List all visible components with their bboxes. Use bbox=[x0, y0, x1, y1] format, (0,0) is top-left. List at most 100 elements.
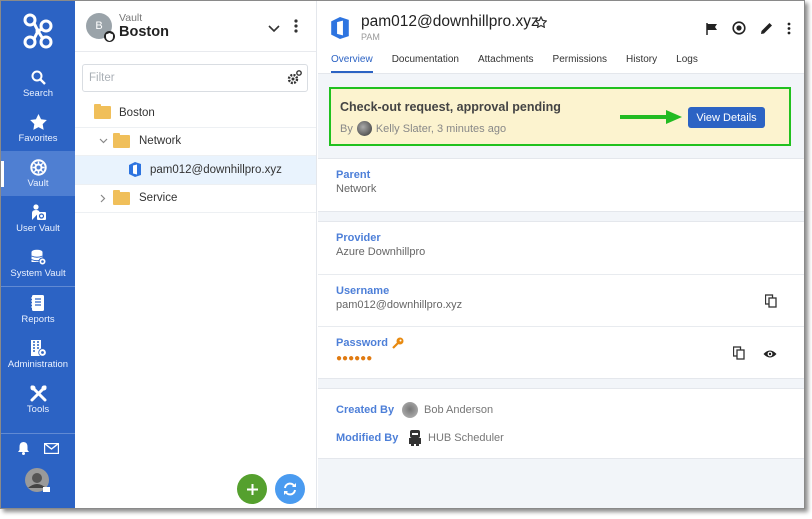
more-options-icon[interactable] bbox=[294, 19, 298, 38]
tree-item-label: Boston bbox=[119, 106, 155, 119]
parent-field: Parent Network bbox=[318, 159, 804, 211]
reports-icon bbox=[31, 294, 45, 312]
view-details-button[interactable]: View Details bbox=[688, 107, 765, 128]
username-value: pam012@downhillpro.xyz bbox=[336, 299, 463, 311]
tree-list: Boston Network pam012@downhillpro.xyz Se… bbox=[75, 99, 316, 213]
tree-item-boston[interactable]: Boston bbox=[75, 99, 316, 128]
vault-icon bbox=[29, 158, 47, 176]
parent-value: Network bbox=[336, 183, 377, 195]
user-avatar[interactable] bbox=[1, 468, 75, 494]
tab-overview[interactable]: Overview bbox=[331, 54, 373, 73]
alert-by-text: Kelly Slater, 3 minutes ago bbox=[375, 122, 507, 135]
filter-input[interactable] bbox=[83, 65, 263, 91]
more-options-icon[interactable] bbox=[787, 22, 791, 40]
copy-icon[interactable] bbox=[732, 346, 745, 365]
nav-item-search[interactable]: Search bbox=[1, 61, 75, 106]
vault-label: Vault bbox=[119, 11, 143, 24]
nav-label: System Vault bbox=[10, 268, 66, 279]
system-vault-icon bbox=[30, 248, 47, 266]
chevron-down-icon[interactable] bbox=[97, 138, 109, 144]
parent-card: Parent Network bbox=[318, 158, 804, 212]
entry-subtitle: PAM bbox=[361, 32, 380, 42]
password-value: ●●●●●● bbox=[336, 353, 373, 364]
robot-avatar-icon bbox=[409, 430, 421, 446]
modified-by-row: Modified By HUB Scheduler bbox=[318, 424, 804, 452]
vault-selector[interactable]: B Vault Boston bbox=[75, 1, 316, 52]
modified-by-label: Modified By bbox=[336, 432, 399, 444]
nav-item-vault[interactable]: Vault bbox=[1, 151, 75, 196]
creator-avatar bbox=[402, 402, 418, 418]
folder-icon bbox=[94, 104, 111, 120]
nav-item-administration[interactable]: Administration bbox=[1, 332, 75, 377]
chevron-down-icon[interactable] bbox=[268, 20, 280, 38]
entry-detail-panel: pam012@downhillpro.xyz PAM Overview Docu… bbox=[318, 1, 804, 508]
password-label: Password bbox=[336, 337, 388, 349]
nav-item-favorites[interactable]: Favorites bbox=[1, 106, 75, 151]
show-password-eye-icon[interactable] bbox=[763, 346, 777, 365]
created-by-label: Created By bbox=[336, 404, 395, 416]
created-by-row: Created By Bob Anderson bbox=[318, 396, 804, 424]
vault-tree-panel: B Vault Boston Filter Boston Network pam… bbox=[75, 1, 317, 508]
tab-documentation[interactable]: Documentation bbox=[392, 54, 459, 72]
folder-icon bbox=[113, 132, 130, 148]
add-entry-button[interactable] bbox=[237, 474, 267, 504]
entry-type-icon bbox=[331, 17, 349, 44]
nav-label: Reports bbox=[21, 314, 55, 325]
filter-field bbox=[82, 64, 308, 92]
checkout-request-alert: Check-out request, approval pending By K… bbox=[329, 87, 791, 146]
entry-title: pam012@downhillpro.xyz bbox=[361, 13, 539, 30]
parent-label: Parent bbox=[336, 169, 371, 181]
tab-logs[interactable]: Logs bbox=[676, 54, 698, 72]
refresh-icon bbox=[284, 482, 296, 496]
star-icon bbox=[29, 113, 47, 131]
nav-label: Administration bbox=[7, 359, 69, 370]
alert-title: Check-out request, approval pending bbox=[340, 100, 561, 114]
nav-label: Search bbox=[22, 88, 54, 99]
user-vault-icon bbox=[30, 203, 47, 221]
shield-icon bbox=[104, 31, 115, 42]
tree-item-network[interactable]: Network bbox=[75, 128, 316, 156]
entry-icon bbox=[129, 162, 141, 178]
alert-requester: By Kelly Slater, 3 minutes ago bbox=[340, 121, 506, 136]
username-label: Username bbox=[336, 285, 390, 297]
requester-avatar bbox=[356, 121, 372, 136]
bell-icon[interactable] bbox=[17, 441, 30, 460]
nav-bottom bbox=[1, 433, 75, 494]
entry-actions bbox=[706, 21, 791, 40]
tools-icon bbox=[30, 384, 47, 402]
provider-field: Provider Azure Downhillpro bbox=[318, 222, 804, 274]
folder-icon bbox=[113, 189, 130, 205]
password-field: Password ●●●●●● bbox=[318, 326, 804, 378]
nav-item-user-vault[interactable]: User Vault bbox=[1, 196, 75, 241]
created-by-name: Bob Anderson bbox=[424, 404, 494, 416]
password-label-row: Password bbox=[336, 337, 787, 349]
copy-icon[interactable] bbox=[764, 294, 777, 313]
audit-card: Created By Bob Anderson Modified By HUB … bbox=[318, 388, 804, 459]
entry-header: pam012@downhillpro.xyz PAM Overview Docu… bbox=[318, 1, 804, 74]
entry-tabs: Overview Documentation Attachments Permi… bbox=[331, 54, 717, 73]
flag-icon[interactable] bbox=[706, 22, 718, 40]
tab-history[interactable]: History bbox=[626, 54, 657, 72]
nav-label: Favorites bbox=[18, 133, 58, 144]
arrow-right-icon bbox=[620, 110, 682, 124]
mail-icon[interactable] bbox=[43, 441, 60, 459]
filter-settings-icon[interactable] bbox=[287, 70, 302, 90]
nav-item-system-vault[interactable]: System Vault bbox=[1, 241, 75, 286]
app-logo[interactable] bbox=[1, 1, 75, 61]
tree-item-service[interactable]: Service bbox=[75, 185, 316, 213]
nav-item-reports[interactable]: Reports bbox=[1, 287, 75, 332]
refresh-button[interactable] bbox=[275, 474, 305, 504]
tab-attachments[interactable]: Attachments bbox=[478, 54, 534, 72]
tree-item-entry[interactable]: pam012@downhillpro.xyz bbox=[75, 156, 316, 185]
edit-pencil-icon[interactable] bbox=[760, 22, 773, 40]
left-nav: Search Favorites Vault User Vault System… bbox=[1, 1, 75, 508]
nav-item-tools[interactable]: Tools bbox=[1, 377, 75, 422]
administration-icon bbox=[30, 339, 47, 357]
tree-item-label: Network bbox=[139, 135, 182, 148]
checkout-icon[interactable] bbox=[732, 21, 746, 40]
nav-label: Tools bbox=[26, 404, 50, 415]
vault-avatar-letter: B bbox=[95, 20, 103, 32]
chevron-right-icon[interactable] bbox=[97, 194, 109, 203]
favorite-star-icon[interactable] bbox=[534, 15, 548, 33]
tab-permissions[interactable]: Permissions bbox=[553, 54, 607, 72]
